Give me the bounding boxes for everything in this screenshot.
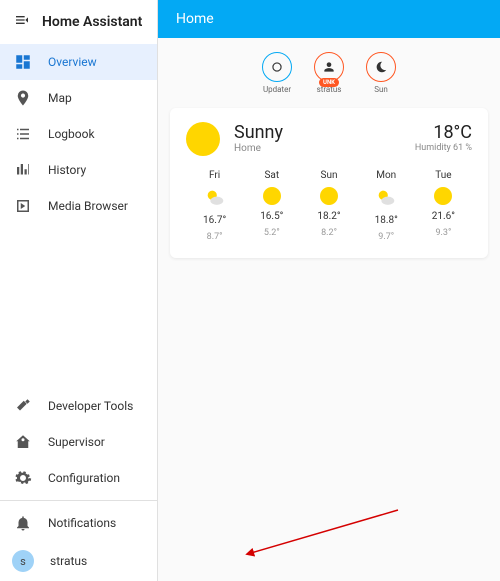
badge-circle: UNK (314, 52, 344, 82)
badge-stratus[interactable]: UNK stratus (314, 52, 344, 94)
sidebar-item-label: Map (48, 91, 72, 105)
forecast-day-name: Fri (209, 170, 220, 181)
forecast-day-name: Mon (376, 170, 396, 181)
divider (0, 500, 157, 501)
weather-title-block: Sunny Home (234, 122, 415, 154)
forecast-row: Fri 16.7° 8.7° Sat 16.5° 5.2° Sun 18.2° 8.2° Mon 1… (186, 170, 472, 242)
sidebar-item-overview[interactable]: Overview (0, 44, 157, 80)
play-box-icon (14, 197, 32, 215)
person-icon (322, 60, 336, 74)
badge-circle (366, 52, 396, 82)
forecast-day: Sat 16.5° 5.2° (243, 170, 300, 242)
badge-sun[interactable]: Sun (366, 52, 396, 94)
sidebar-item-history[interactable]: History (0, 152, 157, 188)
badge-row: Updater UNK stratus Sun (158, 38, 500, 102)
menu-collapse-icon[interactable] (14, 12, 30, 32)
weather-card[interactable]: Sunny Home 18°C Humidity 61 % Fri 16.7° 8.… (170, 108, 488, 258)
badge-updater[interactable]: Updater (262, 52, 292, 94)
moon-icon (374, 60, 388, 74)
page-title: Home (176, 11, 214, 27)
sidebar-nav: Overview Map Logbook History Media Brows… (0, 44, 157, 224)
forecast-high: 18.8° (375, 215, 398, 226)
partly-cloudy-icon (375, 187, 397, 209)
forecast-low: 9.3° (435, 228, 451, 238)
forecast-day-name: Sun (321, 170, 338, 181)
sunny-icon (320, 187, 338, 205)
forecast-day: Fri 16.7° 8.7° (186, 170, 243, 242)
badge-label: Updater (263, 85, 291, 94)
map-icon (14, 89, 32, 107)
sidebar-item-user[interactable]: s stratus (0, 541, 157, 581)
sidebar-item-devtools[interactable]: Developer Tools (0, 388, 157, 424)
weather-temp: 18°C (415, 122, 472, 143)
avatar: s (12, 550, 34, 572)
sidebar-item-map[interactable]: Map (0, 80, 157, 116)
dashboard-icon (14, 53, 32, 71)
forecast-high: 18.2° (317, 211, 340, 222)
badge-label: Sun (374, 85, 388, 94)
sidebar-item-config[interactable]: Configuration (0, 460, 157, 496)
annotation-arrow (243, 505, 403, 565)
sidebar-header: Home Assistant (0, 0, 157, 44)
forecast-high: 21.6° (432, 211, 455, 222)
sidebar-spacer (0, 224, 157, 388)
topbar: Home (158, 0, 500, 38)
chart-icon (14, 161, 32, 179)
sidebar-item-label: Media Browser (48, 199, 128, 213)
forecast-day: Tue 21.6° 9.3° (415, 170, 472, 242)
hammer-icon (14, 397, 32, 415)
gear-icon (14, 469, 32, 487)
app-title: Home Assistant (42, 14, 142, 30)
sidebar: Home Assistant Overview Map Logbook Hist… (0, 0, 158, 581)
sidebar-item-media[interactable]: Media Browser (0, 188, 157, 224)
sidebar-item-supervisor[interactable]: Supervisor (0, 424, 157, 460)
home-assistant-icon (14, 433, 32, 451)
sidebar-item-label: Configuration (48, 471, 120, 485)
badge-circle (262, 52, 292, 82)
weather-stats: 18°C Humidity 61 % (415, 122, 472, 153)
sidebar-item-label: Overview (48, 55, 97, 69)
forecast-day: Mon 18.8° 9.7° (358, 170, 415, 242)
user-name: stratus (50, 554, 87, 568)
sidebar-item-label: History (48, 163, 86, 177)
forecast-low: 5.2° (264, 228, 280, 238)
forecast-day-name: Tue (435, 170, 451, 181)
forecast-day: Sun 18.2° 8.2° (300, 170, 357, 242)
weather-header: Sunny Home 18°C Humidity 61 % (186, 122, 472, 156)
sidebar-item-notifications[interactable]: Notifications (0, 505, 157, 541)
forecast-day-name: Sat (264, 170, 279, 181)
sunny-icon (434, 187, 452, 205)
forecast-low: 8.2° (321, 228, 337, 238)
badge-pill: UNK (319, 78, 339, 87)
sunny-icon (263, 187, 281, 205)
sidebar-bottom: Developer Tools Supervisor Configuration… (0, 388, 157, 581)
bell-icon (14, 514, 32, 532)
sidebar-item-logbook[interactable]: Logbook (0, 116, 157, 152)
sidebar-item-label: Developer Tools (48, 399, 133, 413)
sidebar-item-label: Notifications (48, 516, 116, 530)
list-icon (14, 125, 32, 143)
forecast-low: 9.7° (378, 232, 394, 242)
forecast-high: 16.5° (260, 211, 283, 222)
main: Home Updater UNK stratus Sun Sunny (158, 0, 500, 581)
forecast-low: 8.7° (207, 232, 223, 242)
sun-icon (186, 122, 220, 156)
weather-location: Home (234, 143, 415, 154)
circle-outline-icon (270, 60, 284, 74)
sidebar-item-label: Logbook (48, 127, 95, 141)
weather-condition: Sunny (234, 122, 415, 143)
weather-humidity: Humidity 61 % (415, 143, 472, 153)
partly-cloudy-icon (204, 187, 226, 209)
sidebar-item-label: Supervisor (48, 435, 105, 449)
forecast-high: 16.7° (203, 215, 226, 226)
